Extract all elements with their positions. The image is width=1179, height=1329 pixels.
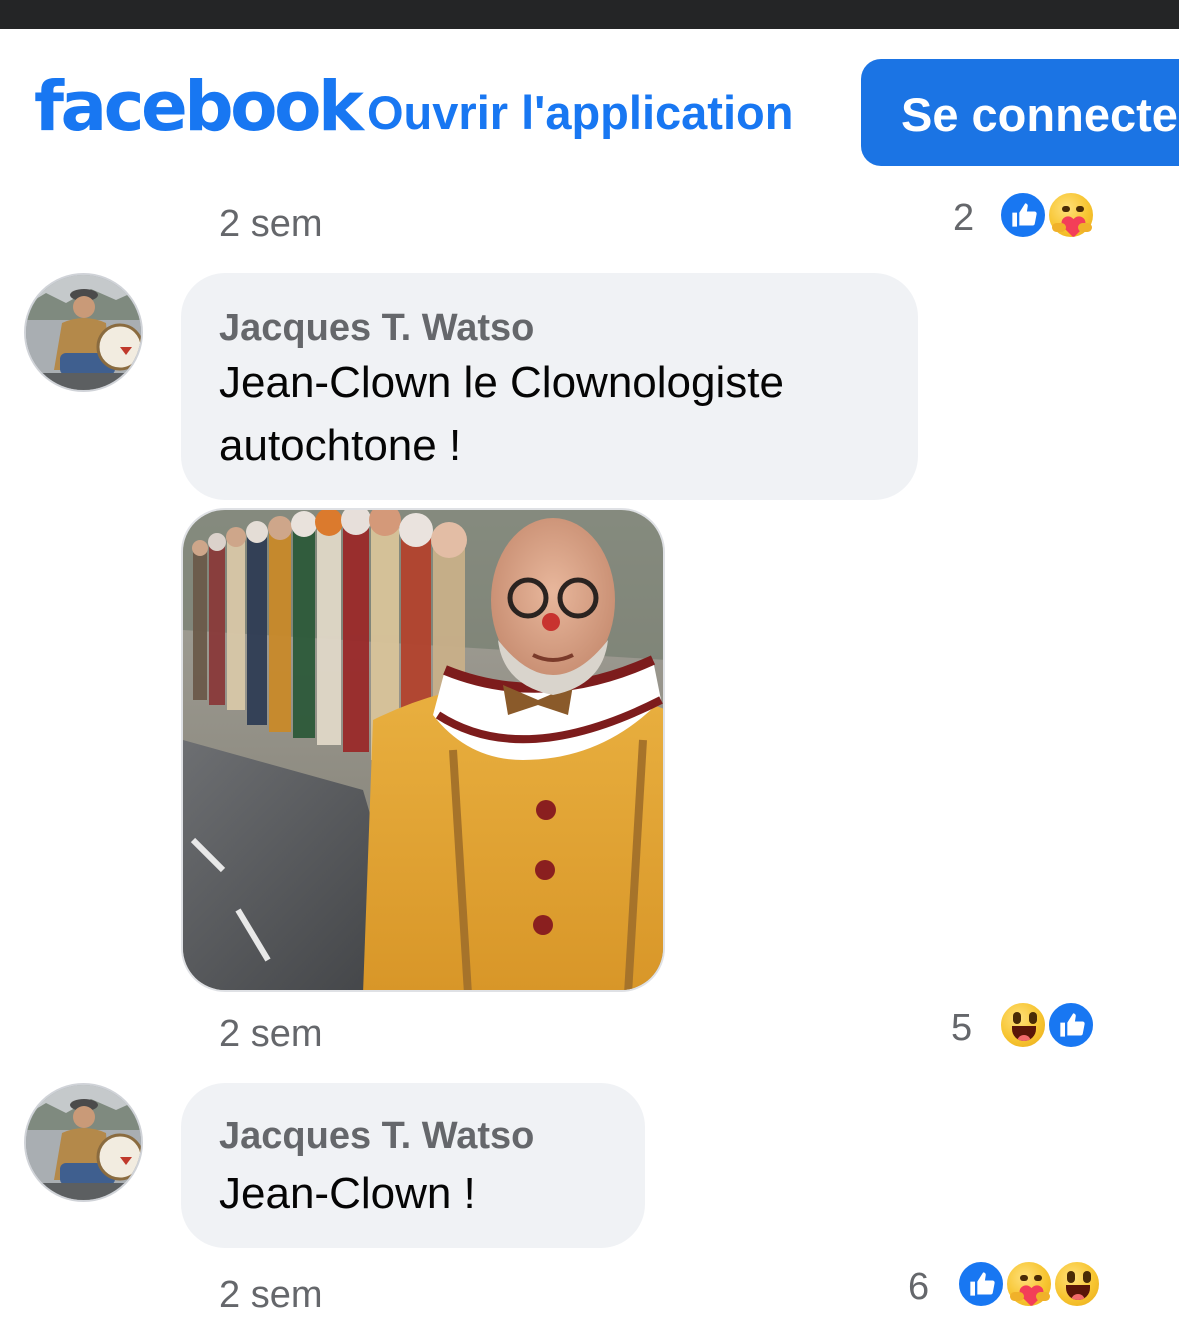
open-app-link[interactable]: Ouvrir l'application [367,89,793,136]
haha-icon[interactable] [998,1000,1048,1050]
avatar[interactable] [24,1083,143,1202]
comment-bubble[interactable]: Jacques T. Watso Jean-Clown ! [181,1083,645,1248]
status-bar [0,0,1179,29]
care-icon[interactable] [1046,190,1096,240]
comment-text-line: Jean-Clown le Clownologiste [219,358,784,407]
comment-text-line: autochtone ! [219,421,462,470]
comment-text-line: Jean-Clown ! [219,1169,476,1218]
app-header: facebook Ouvrir l'application Se connect… [0,29,1179,189]
reaction-count[interactable]: 6 [908,1268,929,1306]
login-button[interactable]: Se connecter [861,59,1179,166]
comment-timestamp[interactable]: 2 sem [219,1276,322,1314]
like-icon[interactable] [1046,1000,1096,1050]
comment-bubble[interactable]: Jacques T. Watso Jean-Clown le Clownolog… [181,273,918,500]
comment-timestamp[interactable]: 2 sem [219,205,322,243]
care-icon[interactable] [1004,1259,1054,1309]
like-icon[interactable] [956,1259,1006,1309]
comment-author[interactable]: Jacques T. Watso [219,309,534,347]
comment-image[interactable] [181,508,665,992]
comment-timestamp[interactable]: 2 sem [219,1015,322,1053]
reaction-count[interactable]: 5 [951,1009,972,1047]
facebook-logo[interactable]: facebook [34,73,364,142]
login-button-label: Se connecter [901,88,1179,141]
comment-author[interactable]: Jacques T. Watso [219,1117,534,1155]
haha-icon[interactable] [1052,1259,1102,1309]
like-icon[interactable] [998,190,1048,240]
avatar[interactable] [24,273,143,392]
reaction-count[interactable]: 2 [953,199,974,237]
